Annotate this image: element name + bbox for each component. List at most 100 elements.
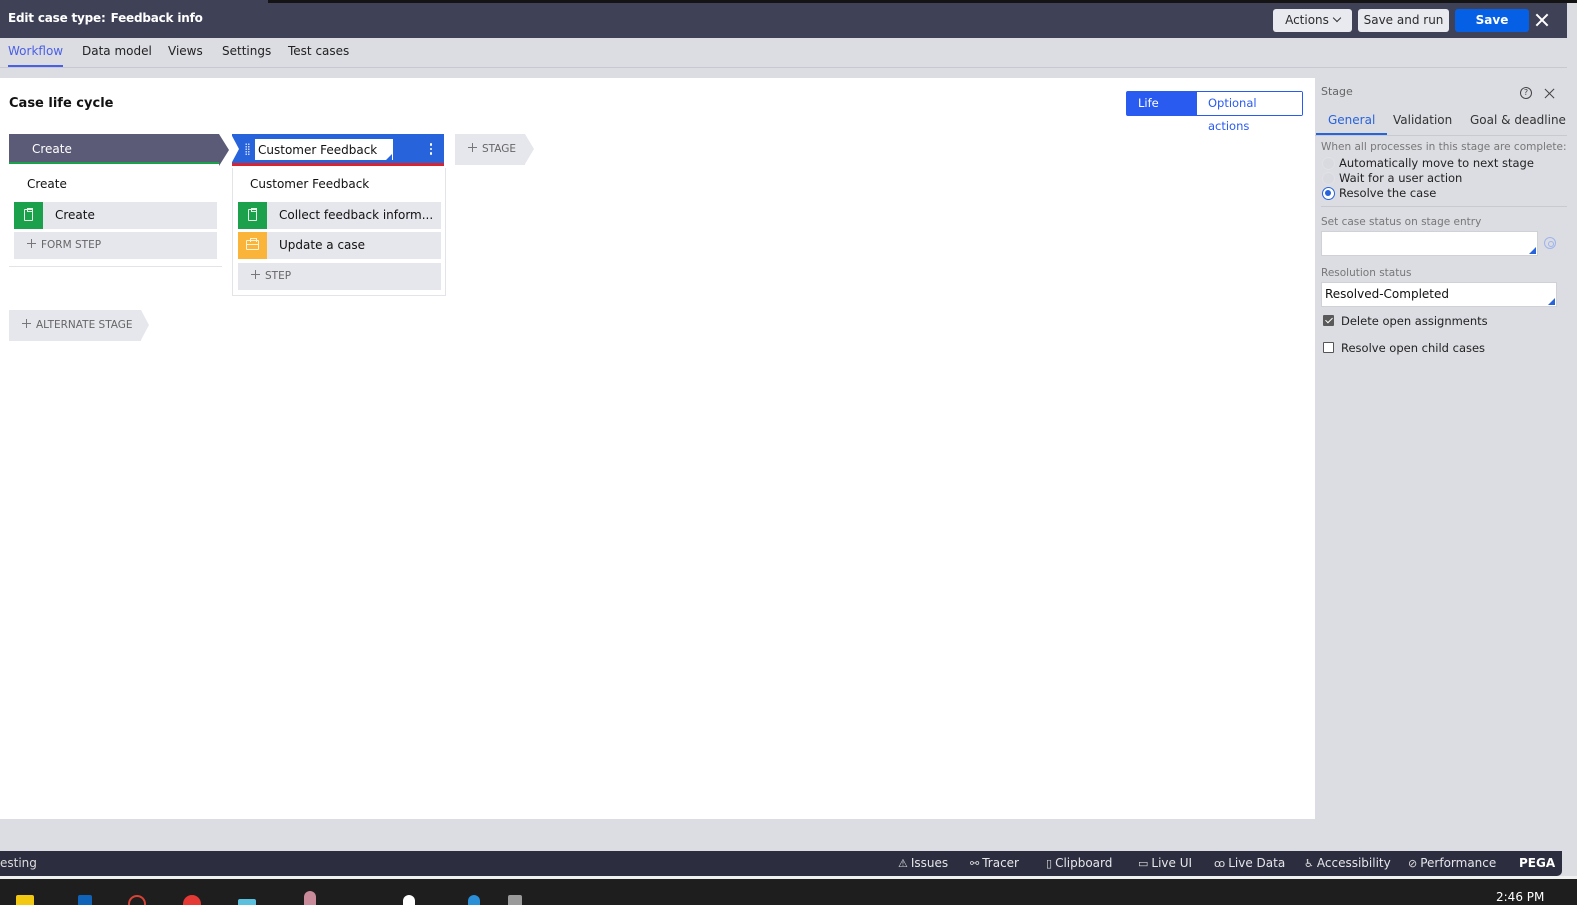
- panel-tab-general[interactable]: General: [1316, 113, 1388, 135]
- radio-label: Resolve the case: [1339, 186, 1437, 200]
- system-clock: 2:46 PM: [1496, 890, 1545, 904]
- live-ui-icon: ▭: [1138, 857, 1149, 870]
- user-avatar-icon[interactable]: [304, 891, 316, 905]
- save-button[interactable]: Save: [1455, 9, 1529, 32]
- step-icon-bg: [238, 202, 267, 229]
- canvas-heading: Case life cycle: [9, 96, 114, 111]
- accessibility-label: Accessibility: [1316, 856, 1391, 870]
- app-window: Edit case type: Feedback info Actions Sav…: [0, 0, 1577, 905]
- step-label: Update a case: [279, 238, 366, 252]
- resolution-status-input[interactable]: Resolved-Completed: [1321, 282, 1557, 307]
- step-item[interactable]: Collect feedback inform...: [238, 202, 441, 229]
- target-icon[interactable]: [1544, 237, 1556, 249]
- stage-name-input[interactable]: [255, 139, 393, 160]
- stage-customer-feedback-body: Customer Feedback Collect feedback infor…: [232, 168, 446, 296]
- clipboard-icon: [24, 207, 33, 221]
- stage-customer-feedback-header[interactable]: [231, 134, 444, 166]
- add-form-step-button[interactable]: FORM STEP: [14, 232, 217, 259]
- app-icon[interactable]: [468, 895, 480, 905]
- tab-data-model[interactable]: Data model: [82, 44, 152, 66]
- pega-logo: PEGA: [1519, 856, 1556, 870]
- close-icon[interactable]: [1534, 12, 1550, 28]
- actions-button[interactable]: Actions: [1273, 9, 1352, 32]
- radio-label: Wait for a user action: [1339, 171, 1463, 185]
- tracer-button[interactable]: ⚯ Tracer: [970, 856, 1019, 870]
- radio-button[interactable]: [1322, 157, 1335, 170]
- clipboard-icon: ▯: [1046, 857, 1053, 870]
- chevron-down-icon: [1332, 13, 1342, 23]
- optional-actions-toggle[interactable]: Optional actions: [1196, 92, 1302, 133]
- issues-button[interactable]: ⚠ Issues: [898, 856, 948, 870]
- clipboard-icon: [248, 207, 257, 221]
- radio-label: Automatically move to next stage: [1339, 156, 1534, 170]
- clipboard-label: Clipboard: [1055, 856, 1113, 870]
- plus-icon: [251, 270, 260, 279]
- input-resize-marker: [386, 154, 392, 160]
- accessibility-button[interactable]: ♿ Accessibility: [1304, 856, 1391, 870]
- section-divider: [1321, 206, 1567, 207]
- drag-handle-icon[interactable]: [245, 143, 250, 155]
- step-item[interactable]: Update a case: [238, 232, 441, 259]
- live-data-button[interactable]: ꝏ Live Data: [1214, 856, 1285, 870]
- completion-label: When all processes in this stage are com…: [1321, 141, 1567, 153]
- live-ui-button[interactable]: ▭ Live UI: [1138, 856, 1192, 870]
- title-prefix: Edit case type:: [8, 11, 106, 25]
- tab-views[interactable]: Views: [168, 44, 203, 66]
- process-title[interactable]: Create: [27, 177, 67, 191]
- autocomplete-marker: [1529, 247, 1536, 254]
- checkbox-unchecked[interactable]: [1323, 342, 1334, 353]
- performance-button[interactable]: ⊘ Performance: [1408, 856, 1496, 870]
- calendar-icon[interactable]: [238, 899, 256, 905]
- tab-test-cases[interactable]: Test cases: [288, 44, 349, 66]
- notepad-icon[interactable]: [508, 895, 522, 905]
- step-icon-bg: [238, 232, 267, 259]
- add-step-button[interactable]: STEP: [238, 263, 441, 290]
- app-icon[interactable]: [183, 895, 201, 905]
- add-alternate-stage-label: ALTERNATE STAGE: [36, 319, 133, 331]
- chrome-icon[interactable]: [128, 895, 146, 905]
- process-title[interactable]: Customer Feedback: [250, 177, 369, 191]
- live-ui-label: Live UI: [1151, 856, 1193, 870]
- performance-icon: ⊘: [1408, 857, 1418, 870]
- life-cycle-toggle[interactable]: Life cycle: [1127, 92, 1197, 133]
- radio-button-selected[interactable]: [1322, 187, 1335, 200]
- store-icon[interactable]: [78, 895, 92, 905]
- issues-label: Issues: [910, 856, 949, 870]
- add-step-label: STEP: [265, 270, 292, 282]
- add-alternate-stage-button[interactable]: ALTERNATE STAGE: [9, 310, 149, 341]
- tab-settings[interactable]: Settings: [222, 44, 271, 66]
- header-bar: Edit case type: Feedback info Actions Sav…: [0, 3, 1567, 38]
- live-data-label: Live Data: [1228, 856, 1286, 870]
- panel-tab-validation[interactable]: Validation: [1393, 113, 1452, 133]
- glasses-icon: ꝏ: [1214, 857, 1226, 870]
- plus-icon: [22, 319, 31, 328]
- developer-toolbar: esting ⚠ Issues ⚯ Tracer ▯ Clipboard ▭ Live …: [0, 851, 1562, 876]
- stage-create-header[interactable]: Create: [9, 134, 229, 166]
- checkbox-label: Delete open assignments: [1341, 314, 1488, 328]
- step-item[interactable]: Create: [14, 202, 217, 229]
- case-type-name: Feedback info: [110, 11, 203, 25]
- case-life-cycle-canvas: Case life cycle Life cycle Optional acti…: [0, 78, 1315, 819]
- close-panel-icon[interactable]: [1543, 87, 1555, 99]
- add-stage-button[interactable]: STAGE: [455, 134, 534, 165]
- panel-title: Stage: [1321, 85, 1353, 98]
- clock-app-icon[interactable]: [403, 895, 415, 905]
- checkbox-checked[interactable]: [1323, 315, 1334, 326]
- panel-tab-goal-deadline[interactable]: Goal & deadline: [1470, 113, 1566, 133]
- help-icon[interactable]: ?: [1520, 87, 1532, 99]
- file-explorer-icon[interactable]: [16, 895, 34, 905]
- checkbox-label: Resolve open child cases: [1341, 341, 1486, 355]
- autocomplete-marker: [1548, 298, 1555, 305]
- save-and-run-button[interactable]: Save and run: [1358, 9, 1449, 32]
- clipboard-button[interactable]: ▯ Clipboard: [1046, 856, 1112, 870]
- tab-workflow[interactable]: Workflow: [8, 44, 64, 67]
- tab-divider: [1315, 135, 1567, 136]
- status-on-entry-label: Set case status on stage entry: [1321, 216, 1482, 228]
- accessibility-icon: ♿: [1304, 857, 1314, 870]
- more-options-icon[interactable]: [429, 143, 433, 157]
- step-label: Collect feedback inform...: [279, 208, 434, 222]
- devbar-left-text: esting: [0, 856, 37, 870]
- resolution-status-value: Resolved-Completed: [1325, 287, 1449, 301]
- status-on-entry-input[interactable]: [1321, 231, 1538, 256]
- radio-button[interactable]: [1322, 172, 1335, 185]
